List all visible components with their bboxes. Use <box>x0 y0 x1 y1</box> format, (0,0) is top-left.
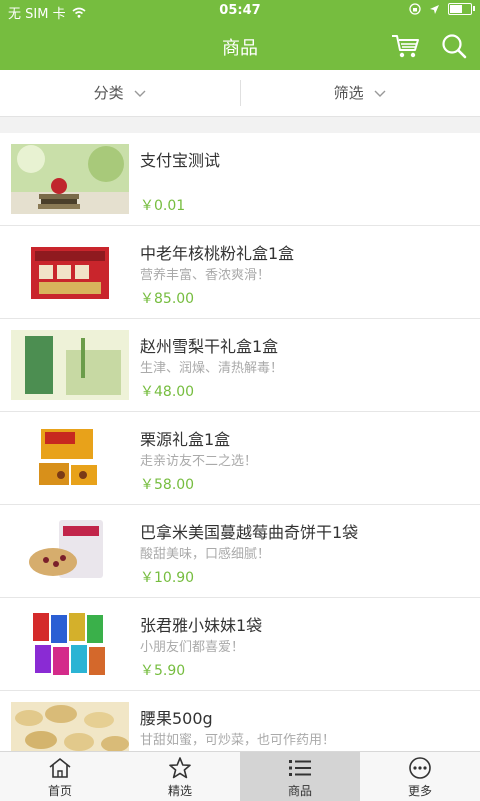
product-image <box>11 423 129 493</box>
product-name: 中老年核桃粉礼盒1盒 <box>140 244 295 263</box>
product-price: ￥85.00 <box>140 291 195 307</box>
product-name: 巴拿米美国蔓越莓曲奇饼干1袋 <box>140 523 359 542</box>
tab-bar: 首页 精选 商品 更多 <box>0 751 480 801</box>
home-icon <box>49 758 71 778</box>
product-name: 赵州雪梨干礼盒1盒 <box>140 337 279 356</box>
filter-bar: 分类 筛选 <box>0 70 480 117</box>
chevron-down-icon <box>374 90 386 97</box>
product-price: ￥5.90 <box>140 663 186 679</box>
nav-bar: 商品 <box>0 22 480 70</box>
product-desc: 小朋友们都喜爱！ <box>140 640 245 655</box>
product-desc: 走亲访友不二之选！ <box>140 454 258 469</box>
status-bar: 无 SIM 卡 05:47 <box>0 0 480 22</box>
product-item[interactable]: 赵州雪梨干礼盒1盒 生津、润燥、清热解毒！ ￥48.00 <box>0 319 480 412</box>
product-item[interactable]: 巴拿米美国蔓越莓曲奇饼干1袋 酸甜美味，口感细腻！ ￥10.90 <box>0 505 480 598</box>
rotation-lock-icon <box>409 3 421 15</box>
product-item[interactable]: 腰果500g 甘甜如蜜，可炒菜，也可作药用！ <box>0 691 480 751</box>
tab-label: 更多 <box>407 784 432 798</box>
product-image <box>11 237 129 307</box>
list-icon <box>289 760 311 776</box>
chevron-down-icon <box>134 90 146 97</box>
tab-label: 商品 <box>287 784 312 798</box>
category-label: 分类 <box>93 84 124 102</box>
filter-label: 筛选 <box>333 84 364 102</box>
tab-featured[interactable]: 精选 <box>120 752 240 801</box>
product-name: 腰果500g <box>140 709 213 728</box>
product-price: ￥58.00 <box>140 477 195 493</box>
product-desc: 甘甜如蜜，可炒菜，也可作药用！ <box>140 733 336 748</box>
product-image <box>11 516 129 586</box>
search-icon[interactable] <box>440 32 468 60</box>
product-item[interactable]: 张君雅小妹妹1袋 小朋友们都喜爱！ ￥5.90 <box>0 598 480 691</box>
tab-products[interactable]: 商品 <box>240 752 360 801</box>
tab-label: 精选 <box>167 784 192 798</box>
product-desc: 生津、润燥、清热解毒！ <box>140 361 284 376</box>
product-image <box>11 144 129 214</box>
product-item[interactable]: 中老年核桃粉礼盒1盒 营养丰富、香浓爽滑！ ￥85.00 <box>0 226 480 319</box>
product-name: 栗源礼盒1盒 <box>140 430 231 449</box>
star-icon <box>169 757 191 779</box>
product-name: 张君雅小妹妹1袋 <box>140 616 263 635</box>
filter-dropdown[interactable]: 筛选 <box>240 70 480 116</box>
product-price: ￥0.01 <box>140 198 186 214</box>
clock: 05:47 <box>219 3 261 18</box>
product-name: 支付宝测试 <box>140 151 221 170</box>
more-icon <box>409 757 431 779</box>
product-item[interactable]: 栗源礼盒1盒 走亲访友不二之选！ ￥58.00 <box>0 412 480 505</box>
product-price: ￥10.90 <box>140 570 195 586</box>
product-list: 支付宝测试 ￥0.01 中老年核桃粉礼盒1盒 营养丰富、香浓爽滑！ ￥85.00 <box>0 133 480 751</box>
product-desc: 酸甜美味，口感细腻！ <box>140 547 271 562</box>
location-icon <box>430 4 439 14</box>
product-image <box>11 609 129 679</box>
cart-icon[interactable] <box>390 32 420 60</box>
battery-icon <box>448 3 475 15</box>
tab-more[interactable]: 更多 <box>360 752 480 801</box>
product-item[interactable]: 支付宝测试 ￥0.01 <box>0 133 480 226</box>
tab-home[interactable]: 首页 <box>0 752 120 801</box>
product-image <box>11 702 129 751</box>
product-price: ￥48.00 <box>140 384 195 400</box>
tab-label: 首页 <box>47 784 72 798</box>
category-dropdown[interactable]: 分类 <box>0 70 240 116</box>
product-desc: 营养丰富、香浓爽滑！ <box>140 268 271 283</box>
product-image <box>11 330 129 400</box>
